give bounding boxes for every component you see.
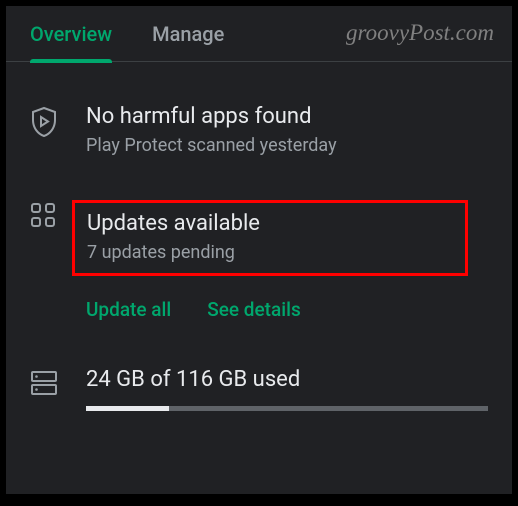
shield-play-icon bbox=[30, 104, 70, 138]
play-protect-content: No harmful apps found Play Protect scann… bbox=[70, 104, 488, 156]
storage-content: 24 GB of 116 GB used bbox=[70, 367, 488, 411]
apps-grid-icon bbox=[30, 200, 70, 228]
updates-content: Updates available 7 updates pending Upda… bbox=[70, 200, 488, 333]
tab-manage[interactable]: Manage bbox=[152, 6, 224, 62]
play-protect-section: No harmful apps found Play Protect scann… bbox=[6, 62, 512, 176]
storage-progress-bar bbox=[86, 406, 488, 411]
storage-section: 24 GB of 116 GB used bbox=[6, 333, 512, 431]
updates-actions: Update all See details bbox=[86, 284, 488, 333]
updates-subtitle: 7 updates pending bbox=[87, 242, 453, 263]
update-all-button[interactable]: Update all bbox=[86, 298, 171, 321]
storage-title: 24 GB of 116 GB used bbox=[86, 367, 488, 392]
play-protect-title: No harmful apps found bbox=[86, 104, 488, 129]
storage-progress-fill bbox=[86, 406, 169, 411]
tab-bar: Overview Manage groovyPost.com bbox=[6, 6, 512, 62]
watermark: groovyPost.com bbox=[346, 20, 494, 46]
tab-overview[interactable]: Overview bbox=[30, 6, 112, 62]
play-protect-subtitle: Play Protect scanned yesterday bbox=[86, 135, 488, 156]
app-container: Overview Manage groovyPost.com No harmfu… bbox=[6, 6, 512, 494]
updates-section: Updates available 7 updates pending Upda… bbox=[6, 176, 512, 333]
updates-title: Updates available bbox=[87, 211, 453, 236]
see-details-button[interactable]: See details bbox=[207, 298, 301, 321]
updates-highlight: Updates available 7 updates pending bbox=[72, 200, 468, 276]
storage-icon bbox=[30, 367, 70, 397]
